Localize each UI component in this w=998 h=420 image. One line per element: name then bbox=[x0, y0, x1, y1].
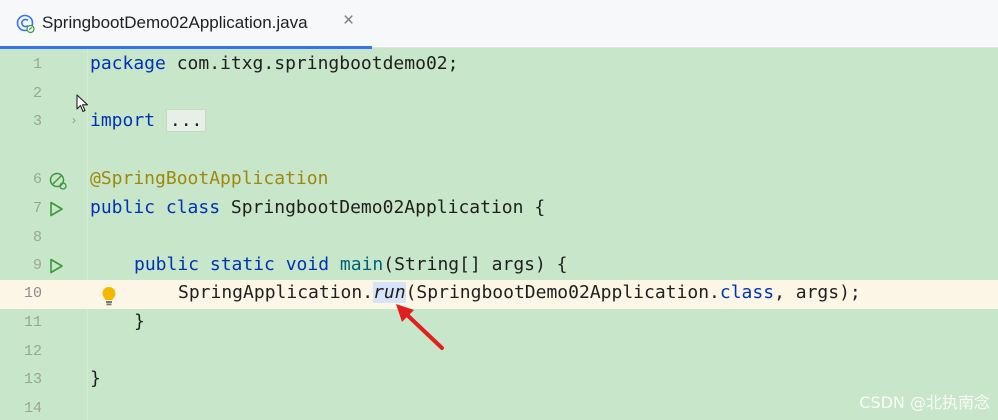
mouse-cursor-icon bbox=[76, 94, 89, 113]
code-text: public class SpringbootDemo02Application… bbox=[90, 197, 546, 218]
run-icon[interactable] bbox=[48, 258, 64, 274]
line-number: 13 bbox=[23, 371, 42, 388]
line-number: 3 bbox=[32, 113, 42, 130]
tab-close-icon[interactable]: × bbox=[343, 11, 354, 31]
spring-class-icon bbox=[16, 14, 35, 34]
code-text: } bbox=[90, 368, 101, 389]
code-line: 13 } bbox=[0, 366, 998, 395]
code-text: @SpringBootApplication bbox=[90, 168, 329, 189]
line-number: 7 bbox=[32, 200, 42, 217]
folded-imports[interactable]: ... bbox=[165, 109, 207, 132]
line-number: 2 bbox=[32, 85, 42, 102]
code-text: } bbox=[134, 311, 145, 332]
code-line: 11 } bbox=[0, 309, 998, 338]
line-number: 11 bbox=[23, 314, 42, 331]
current-code-line: 10 SpringApplication.run(SpringbootDemo0… bbox=[0, 280, 998, 309]
code-text: import ... bbox=[90, 109, 207, 132]
code-line: 1 package com.itxg.springbootdemo02; bbox=[0, 51, 998, 80]
code-line: 7 public class SpringbootDemo02Applicati… bbox=[0, 195, 998, 224]
line-number: 6 bbox=[32, 171, 42, 188]
file-tab[interactable]: SpringbootDemo02Application.java × bbox=[0, 0, 372, 49]
code-line: 14 bbox=[0, 395, 998, 420]
line-number: 14 bbox=[23, 400, 42, 417]
code-line: 6 @SpringBootApplication bbox=[0, 166, 998, 195]
line-number: 1 bbox=[32, 56, 42, 73]
fold-chevron-icon[interactable]: › bbox=[72, 113, 76, 127]
line-number: 10 bbox=[23, 285, 42, 302]
spring-bean-icon[interactable] bbox=[48, 171, 68, 191]
code-line: 2 bbox=[0, 80, 998, 109]
tab-title: SpringbootDemo02Application.java bbox=[42, 13, 308, 32]
line-number: 9 bbox=[32, 257, 42, 274]
code-text: public static void main(String[] args) { bbox=[134, 254, 568, 275]
code-line: 3 › import ... bbox=[0, 108, 998, 137]
code-text: package com.itxg.springbootdemo02; bbox=[90, 53, 459, 74]
lightbulb-icon[interactable] bbox=[99, 285, 119, 307]
editor-tab-bar: SpringbootDemo02Application.java × bbox=[0, 0, 998, 49]
watermark: CSDN @北执南念 bbox=[859, 393, 990, 412]
code-editor[interactable]: 1 package com.itxg.springbootdemo02; 2 3… bbox=[0, 49, 998, 420]
code-line: 12 bbox=[0, 338, 998, 367]
code-text: SpringApplication.run(SpringbootDemo02Ap… bbox=[178, 282, 861, 303]
red-arrow-icon bbox=[396, 304, 444, 350]
line-number: 12 bbox=[23, 343, 42, 360]
code-line: 8 bbox=[0, 224, 998, 253]
run-icon[interactable] bbox=[48, 201, 64, 217]
line-number: 8 bbox=[32, 229, 42, 246]
code-line: 9 public static void main(String[] args)… bbox=[0, 252, 998, 281]
